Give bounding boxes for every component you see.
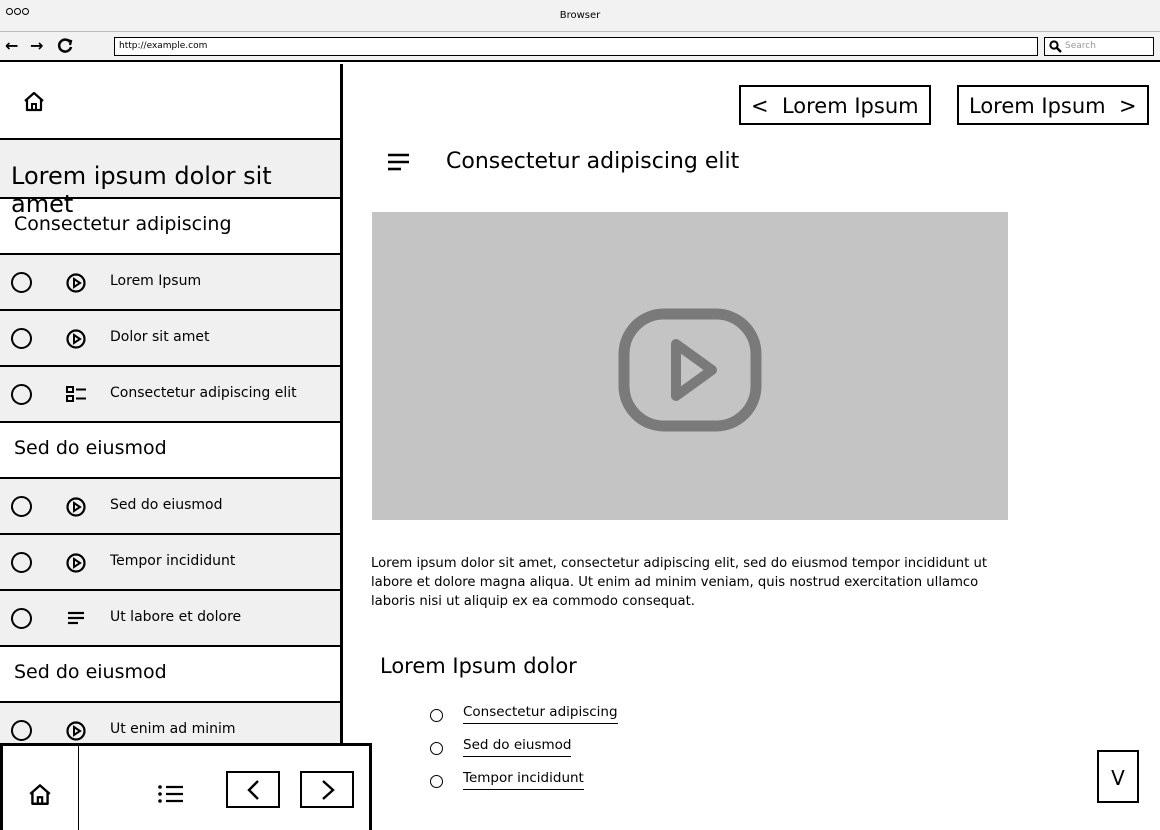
- video-player[interactable]: [372, 212, 1008, 520]
- play-icon: [66, 553, 86, 577]
- resource-link[interactable]: Consectetur adipiscing: [463, 704, 618, 724]
- sidebar-item-label: Ut enim ad minim: [110, 721, 236, 737]
- play-icon: [66, 329, 86, 353]
- lesson-body-text: Lorem ipsum dolor sit amet, consectetur …: [371, 556, 988, 609]
- play-button-icon[interactable]: [618, 308, 762, 432]
- text-lesson-icon: [387, 152, 411, 176]
- bottom-toolbar: [0, 743, 372, 830]
- completion-circle-icon[interactable]: [11, 552, 32, 573]
- play-icon: [66, 497, 86, 521]
- toolbar-home-button[interactable]: [3, 746, 79, 830]
- completion-circle-icon[interactable]: [11, 272, 32, 293]
- sidebar-section[interactable]: Sed do eiusmod: [0, 423, 340, 479]
- list-icon: [158, 785, 183, 803]
- completion-circle-icon[interactable]: [11, 720, 32, 741]
- search-icon: [1049, 40, 1062, 53]
- sidebar-item-consectetur-elit[interactable]: Consectetur adipiscing elit: [0, 367, 340, 423]
- sidebar-item-label: Dolor sit amet: [110, 329, 210, 345]
- prev-lesson-label: Lorem Ipsum: [781, 94, 919, 118]
- text-icon: [66, 609, 86, 631]
- bullet-icon: [430, 709, 443, 722]
- chevron-right-icon: >: [1105, 94, 1137, 118]
- forward-arrow-icon[interactable]: →: [30, 37, 43, 55]
- sidebar-item-label: Ut labore et dolore: [110, 609, 242, 625]
- sidebar-item-ut-labore[interactable]: Ut labore et dolore: [0, 591, 340, 647]
- completion-circle-icon[interactable]: [11, 496, 32, 517]
- back-arrow-icon[interactable]: ←: [5, 37, 18, 55]
- sidebar-item-label: Lorem Ipsum: [110, 273, 202, 289]
- completion-circle-icon[interactable]: [11, 384, 32, 405]
- completion-circle-icon[interactable]: [11, 608, 32, 629]
- sidebar-item-tempor-incididunt[interactable]: Tempor incididunt: [0, 535, 340, 591]
- chevron-left-icon: [247, 780, 259, 800]
- prev-lesson-button[interactable]: < Lorem Ipsum: [739, 85, 931, 125]
- scroll-down-button[interactable]: V: [1097, 750, 1139, 803]
- next-lesson-button[interactable]: Lorem Ipsum >: [957, 85, 1149, 125]
- play-icon: [66, 273, 86, 297]
- quiz-icon: [66, 385, 88, 409]
- bullet-icon: [430, 775, 443, 788]
- resource-link[interactable]: Tempor incididunt: [463, 770, 584, 790]
- sidebar-item-label: Tempor incididunt: [110, 553, 236, 569]
- sidebar-section[interactable]: Sed do eiusmod: [0, 647, 340, 703]
- toolbar-next-button[interactable]: [300, 771, 354, 808]
- sidebar-title: Lorem ipsum dolor sit amet: [0, 140, 340, 218]
- browser-search-input[interactable]: Search: [1044, 37, 1154, 56]
- page-title: Consectetur adipiscing elit: [446, 149, 740, 174]
- bullet-icon: [430, 742, 443, 755]
- toolbar-menu-button[interactable]: [157, 784, 185, 808]
- sidebar-item-lorem-ipsum[interactable]: Lorem Ipsum: [0, 255, 340, 311]
- resource-link[interactable]: Sed do eiusmod: [463, 737, 572, 757]
- chevron-left-icon: <: [751, 94, 782, 118]
- url-input[interactable]: http://example.com: [114, 37, 1038, 56]
- course-sidebar: Lorem ipsum dolor sit amet Consectetur a…: [0, 64, 343, 830]
- completion-circle-icon[interactable]: [11, 328, 32, 349]
- browser-titlebar: Browser: [0, 0, 1160, 32]
- play-icon: [66, 721, 86, 745]
- browser-addressbar: ← → http://example.com Search: [0, 32, 1160, 62]
- sidebar-item-sed-do-eiusmod[interactable]: Sed do eiusmod: [0, 479, 340, 535]
- reload-icon[interactable]: [56, 37, 74, 59]
- window-title: Browser: [559, 10, 601, 21]
- sidebar-item-label: Sed do eiusmod: [110, 497, 223, 513]
- search-placeholder: Search: [1065, 41, 1096, 51]
- sidebar-item-label: Consectetur adipiscing elit: [110, 385, 297, 401]
- section-subheading: Lorem Ipsum dolor: [380, 654, 577, 678]
- next-lesson-label: Lorem Ipsum: [969, 94, 1106, 118]
- toolbar-prev-button[interactable]: [226, 771, 280, 808]
- chevron-right-icon: [322, 780, 335, 800]
- sidebar-item-dolor-sit-amet[interactable]: Dolor sit amet: [0, 311, 340, 367]
- home-icon: [29, 784, 51, 805]
- home-icon: [24, 91, 44, 112]
- sidebar-home[interactable]: [0, 64, 340, 140]
